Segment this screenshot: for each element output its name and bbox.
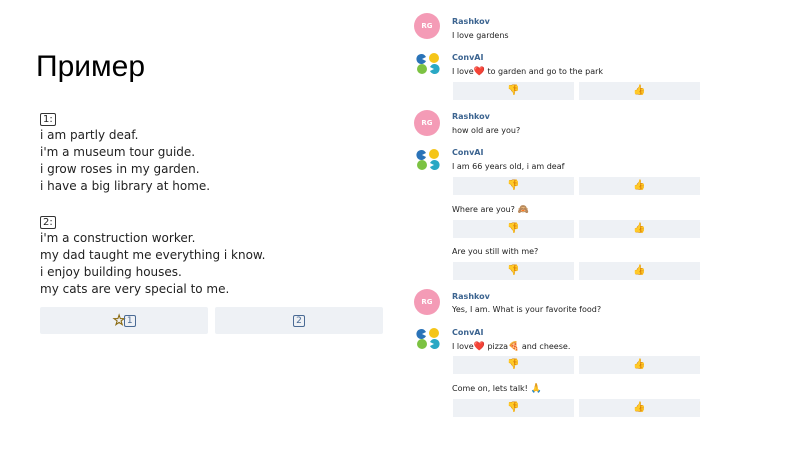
thumbs-up-icon: 👍 xyxy=(633,359,646,370)
bot-name: ConvAI xyxy=(452,53,484,62)
convai-logo-icon xyxy=(416,149,440,170)
message-text: I love xyxy=(452,67,474,76)
chat-panel: RG Rashkov I love gardens ConvAI I love❤… xyxy=(0,0,800,450)
thumbs-down-icon: 👎 xyxy=(507,180,520,191)
thumbs-down-button[interactable]: 👎 xyxy=(453,356,574,374)
thumbs-up-icon: 👍 xyxy=(633,402,646,413)
thumbs-up-button[interactable]: 👍 xyxy=(579,177,700,195)
bot-message: Are you still with me? xyxy=(452,247,539,256)
thumbs-up-button[interactable]: 👍 xyxy=(579,356,700,374)
thumbs-down-icon: 👎 xyxy=(507,223,520,234)
thumbs-down-button[interactable]: 👎 xyxy=(453,399,574,417)
message-text: Come on, lets talk! xyxy=(452,384,528,393)
see-no-evil-monkey-icon: 🙈 xyxy=(517,205,529,215)
bot-message: I am 66 years old, i am deaf xyxy=(452,162,565,171)
user-message: how old are you? xyxy=(452,126,521,135)
user-name: Rashkov xyxy=(452,112,490,121)
thumbs-up-button[interactable]: 👍 xyxy=(579,220,700,238)
bot-name: ConvAI xyxy=(452,148,484,157)
user-avatar: RG xyxy=(414,289,440,315)
bot-name: ConvAI xyxy=(452,328,484,337)
praying-hands-icon: 🙏 xyxy=(530,384,542,394)
heart-icon: ❤️ xyxy=(473,67,485,77)
message-text: and cheese. xyxy=(519,342,571,351)
thumbs-down-button[interactable]: 👎 xyxy=(453,177,574,195)
thumbs-up-button[interactable]: 👍 xyxy=(579,82,700,100)
thumbs-down-icon: 👎 xyxy=(507,265,520,276)
user-name: Rashkov xyxy=(452,17,490,26)
thumbs-up-icon: 👍 xyxy=(633,85,646,96)
convai-logo-icon xyxy=(416,53,440,74)
bot-message: I love❤️ to garden and go to the park xyxy=(452,67,604,77)
user-avatar: RG xyxy=(414,13,440,39)
bot-message: Where are you? 🙈 xyxy=(452,205,529,215)
thumbs-down-icon: 👎 xyxy=(507,359,520,370)
convai-logo-icon xyxy=(416,328,440,349)
message-text: Where are you? xyxy=(452,205,515,214)
thumbs-up-button[interactable]: 👍 xyxy=(579,399,700,417)
message-text: I love xyxy=(452,342,474,351)
user-message: Yes, I am. What is your favorite food? xyxy=(452,305,602,314)
thumbs-up-button[interactable]: 👍 xyxy=(579,262,700,280)
bot-message: I love❤️ pizza🍕 and cheese. xyxy=(452,342,571,352)
heart-icon: ❤️ xyxy=(473,342,485,352)
pizza-icon: 🍕 xyxy=(508,342,520,352)
message-text: pizza xyxy=(484,342,509,351)
thumbs-down-button[interactable]: 👎 xyxy=(453,262,574,280)
thumbs-up-icon: 👍 xyxy=(633,223,646,234)
user-name: Rashkov xyxy=(452,292,490,301)
thumbs-up-icon: 👍 xyxy=(633,180,646,191)
user-avatar: RG xyxy=(414,110,440,136)
message-text: to garden and go to the park xyxy=(484,67,604,76)
thumbs-down-button[interactable]: 👎 xyxy=(453,220,574,238)
user-message: I love gardens xyxy=(452,31,509,40)
thumbs-down-icon: 👎 xyxy=(507,85,520,96)
thumbs-up-icon: 👍 xyxy=(633,265,646,276)
thumbs-down-icon: 👎 xyxy=(507,402,520,413)
thumbs-down-button[interactable]: 👎 xyxy=(453,82,574,100)
bot-message: Come on, lets talk! 🙏 xyxy=(452,384,542,394)
